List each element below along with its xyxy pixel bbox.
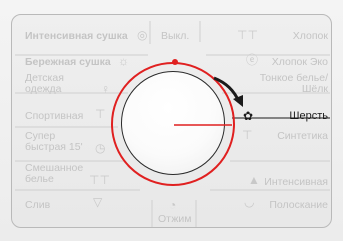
timer-icon: ◷ — [95, 141, 106, 155]
program-kids[interactable]: Детская одежда — [25, 73, 85, 95]
spin-label: Отжим — [158, 213, 192, 225]
sun-icon: ◎ — [137, 28, 148, 42]
rinse-icon: ◡ — [244, 195, 255, 209]
program-delicate-label: Тонкое белье/ Шёлк — [259, 72, 328, 95]
iron-icon: ▲ — [248, 173, 260, 187]
program-mixed-label: Смешанное белье — [25, 162, 84, 185]
program-rinse[interactable]: Полоскание — [269, 200, 328, 211]
program-synthetic[interactable]: Синтетика — [277, 131, 328, 142]
program-super-quick[interactable]: Супер быстрая 15' — [25, 131, 105, 153]
control-panel: Интенсивная сушка ◎ Бережная сушка ☼ Дет… — [0, 0, 343, 241]
program-intensive-dry[interactable]: Интенсивная сушка — [25, 31, 128, 42]
drain-icon: ▽ — [93, 195, 103, 209]
shirt-icon: ⊤ — [95, 107, 106, 121]
program-wool-label: Шерсть — [289, 110, 328, 122]
program-wool[interactable]: Шерсть — [289, 111, 328, 122]
eco-icon: ⓔ — [246, 53, 259, 67]
sun-icon: ☼ — [118, 54, 129, 68]
program-drain[interactable]: Слив — [25, 200, 50, 211]
program-kids-label: Детская одежда — [25, 72, 64, 95]
program-intensive-label: Интенсивная — [264, 176, 328, 188]
program-super-quick-label: Супер быстрая 15' — [25, 130, 83, 153]
program-sport[interactable]: Спортивная — [25, 111, 83, 122]
wool-icon: ✿ — [243, 109, 254, 123]
program-cotton[interactable]: Хлопок — [293, 31, 328, 42]
program-gentle-dry-label: Бережная сушка — [25, 56, 111, 68]
program-intensive-dry-label: Интенсивная сушка — [25, 30, 128, 42]
program-rinse-label: Полоскание — [269, 199, 328, 211]
program-sport-label: Спортивная — [25, 110, 84, 122]
off-label: Выкл. — [161, 30, 190, 42]
bottle-icon: ♀ — [101, 82, 110, 96]
program-intensive[interactable]: Интенсивная — [264, 177, 328, 188]
program-gentle-dry[interactable]: Бережная сушка — [25, 57, 111, 68]
shirt-icon: ⊤ — [242, 128, 253, 142]
program-synthetic-label: Синтетика — [277, 130, 328, 142]
spin-icon: ◔ — [169, 198, 177, 212]
shirts-icon: ⊤⊤ — [237, 28, 258, 42]
program-delicate[interactable]: Тонкое белье/ Шёлк — [260, 73, 328, 95]
program-cotton-eco[interactable]: Хлопок Эко — [272, 57, 328, 68]
program-cotton-eco-label: Хлопок Эко — [271, 56, 328, 68]
program-cotton-label: Хлопок — [292, 30, 328, 42]
program-drain-label: Слив — [25, 199, 51, 211]
shirts-icon: ⊤⊤ — [89, 173, 110, 187]
